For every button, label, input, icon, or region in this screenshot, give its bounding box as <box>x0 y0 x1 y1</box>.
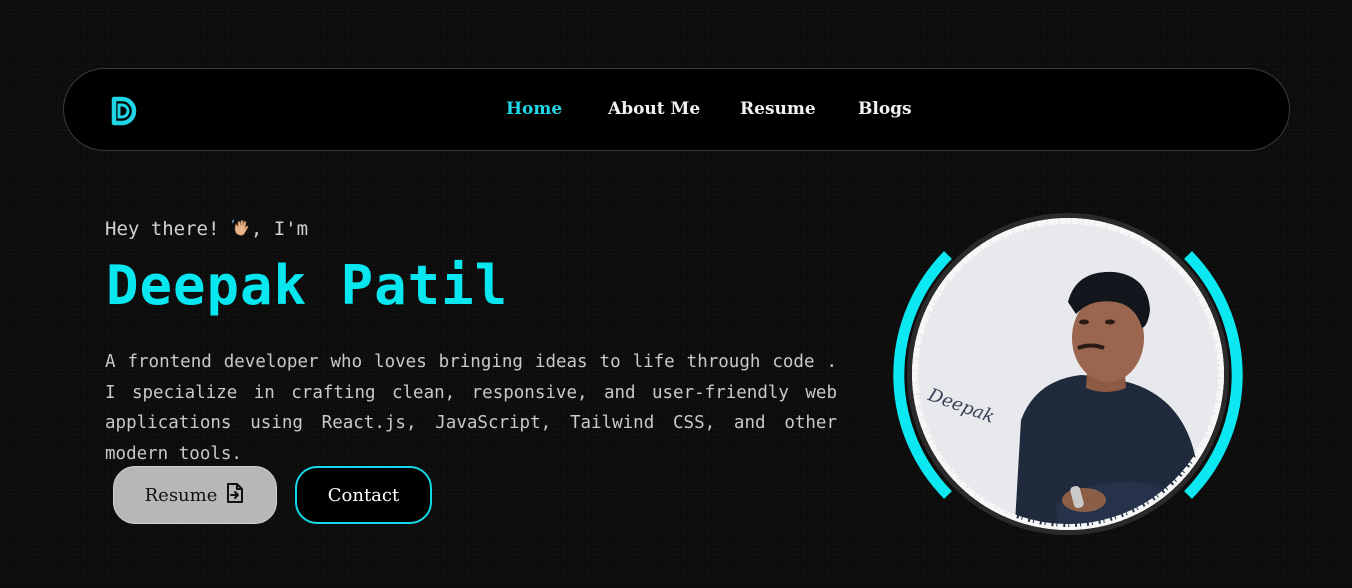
greeting-prefix: Hey there! <box>105 218 220 240</box>
nav-link-home[interactable]: Home <box>506 99 562 119</box>
waving-hand-icon <box>231 218 251 239</box>
hero-bio: A frontend developer who loves bringing … <box>105 352 837 464</box>
contact-button[interactable]: Contact <box>295 466 432 524</box>
contact-button-label: Contact <box>327 484 400 506</box>
navbar: Home About Me Resume Blogs <box>63 68 1290 151</box>
greeting-suffix: , I'm <box>250 218 309 240</box>
profile-portrait: Deepak <box>886 210 1250 540</box>
nav-links: Home About Me Resume Blogs <box>64 69 1289 150</box>
nav-link-about-me[interactable]: About Me <box>608 99 700 119</box>
greeting: Hey there! , I'm <box>105 218 308 240</box>
nav-link-blogs[interactable]: Blogs <box>858 99 912 119</box>
portrait-graphic: Deepak <box>893 213 1243 535</box>
resume-button[interactable]: Resume <box>113 466 277 524</box>
file-export-icon <box>225 482 245 509</box>
hero-name: Deepak Patil <box>106 254 509 317</box>
nav-link-resume[interactable]: Resume <box>740 99 816 119</box>
resume-button-label: Resume <box>144 484 218 506</box>
